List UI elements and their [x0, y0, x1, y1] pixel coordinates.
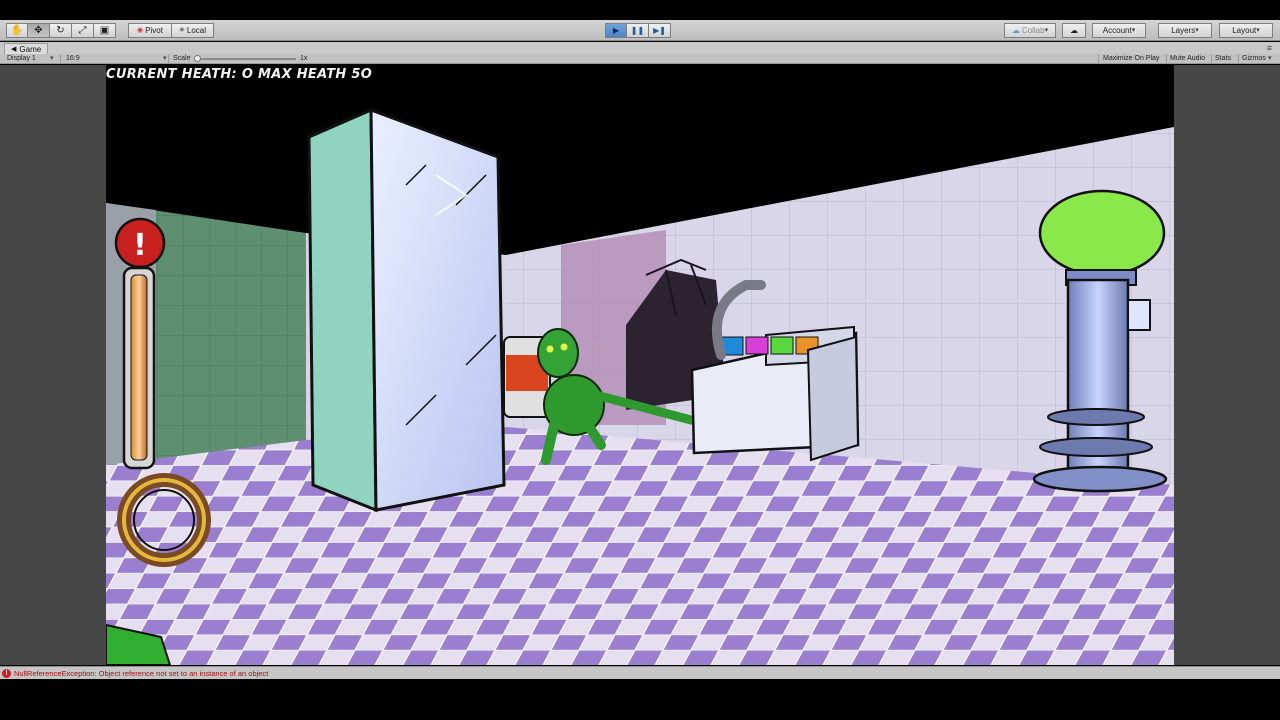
scale-label: Scale: [173, 55, 191, 62]
step-icon: ▶❚: [653, 25, 666, 35]
unity-toolbar: ✋ ✥ ↻ ⤢ ▣ ◉ Pivot ✳ Local ▶ ❚❚ ▶❚ ☁ Coll…: [0, 20, 1280, 41]
divider: [1238, 54, 1239, 64]
transform-tools: ✋ ✥ ↻ ⤢ ▣: [6, 23, 116, 38]
stats-toggle[interactable]: Stats: [1215, 55, 1231, 63]
game-tab[interactable]: ◀ Game: [4, 43, 49, 54]
divider: [1211, 54, 1212, 64]
pivot-toggles: ◉ Pivot ✳ Local: [128, 23, 214, 38]
error-icon: !: [2, 668, 11, 678]
layers-group: Layers: [1158, 23, 1212, 38]
aspect-dropdown-arrow-icon: ▾: [163, 55, 167, 62]
collab-icon: ☁: [1011, 25, 1020, 35]
scale-tool-icon[interactable]: ⤢: [72, 23, 94, 38]
mute-audio-toggle[interactable]: Mute Audio: [1170, 55, 1205, 63]
pause-icon: ❚❚: [630, 25, 645, 35]
top-letterbox: [0, 0, 1280, 20]
cloud-icon: ☁: [1070, 25, 1078, 35]
scale-slider-track[interactable]: [196, 58, 296, 60]
layout-dropdown[interactable]: Layout: [1219, 23, 1273, 38]
display-dropdown-arrow-icon: ▾: [50, 55, 54, 62]
pivot-label: Pivot: [145, 25, 163, 35]
divider: [60, 54, 61, 64]
play-icon: ▶: [612, 25, 620, 35]
console-status-bar[interactable]: ! NullReferenceException: Object referen…: [0, 666, 1280, 679]
hand-tool-icon[interactable]: ✋: [6, 23, 28, 38]
layout-group: Layout: [1219, 23, 1273, 38]
rect-tool-icon[interactable]: ▣: [94, 23, 116, 38]
warning-icon: !: [133, 228, 147, 263]
game-tab-icon: ◀: [11, 46, 17, 53]
account-dropdown[interactable]: Account: [1092, 23, 1146, 38]
collab-dropdown[interactable]: ☁ Collab: [1004, 23, 1056, 38]
cloud-group: ☁: [1062, 23, 1086, 38]
display-dropdown[interactable]: Display 1: [7, 55, 36, 63]
game-view-toolbar: Display 1 ▾ 16:9 ▾ Scale 1x Maximize On …: [0, 54, 1280, 64]
rotate-tool-icon[interactable]: ↻: [50, 23, 72, 38]
gizmos-dropdown-arrow-icon: ▾: [1268, 55, 1272, 62]
editor-tab-bar: ◀ Game ≡: [0, 42, 1280, 54]
gizmos-dropdown[interactable]: Gizmos: [1242, 55, 1266, 63]
pivot-icon: ◉: [137, 27, 144, 34]
cloud-button[interactable]: ☁: [1062, 23, 1086, 38]
scale-slider-handle[interactable]: [194, 55, 201, 62]
local-label: Local: [186, 25, 206, 35]
bottom-letterbox: [0, 679, 1280, 720]
collab-group: ☁ Collab: [1004, 23, 1056, 38]
play-button[interactable]: ▶: [605, 23, 627, 38]
divider: [1098, 54, 1099, 64]
error-message: NullReferenceException: Object reference…: [14, 668, 269, 678]
pivot-button[interactable]: ◉ Pivot: [128, 23, 172, 38]
account-label: Account: [1102, 25, 1132, 35]
layers-dropdown[interactable]: Layers: [1158, 23, 1212, 38]
pause-button[interactable]: ❚❚: [627, 23, 649, 38]
playback-controls: ▶ ❚❚ ▶❚: [605, 23, 671, 38]
aspect-dropdown[interactable]: 16:9: [66, 55, 80, 63]
collab-label: Collab: [1021, 25, 1045, 35]
game-tab-label: Game: [19, 44, 42, 54]
layers-label: Layers: [1171, 25, 1196, 35]
local-button[interactable]: ✳ Local: [172, 23, 214, 38]
game-scene: !: [106, 65, 1174, 665]
account-group: Account: [1092, 23, 1146, 38]
maximize-on-play-toggle[interactable]: Maximize On Play: [1103, 55, 1159, 63]
local-icon: ✳: [179, 27, 185, 34]
divider: [1166, 54, 1167, 64]
scale-value: 1x: [300, 55, 308, 62]
step-button[interactable]: ▶❚: [649, 23, 671, 38]
game-viewport[interactable]: ! CURRENT HEATH: O MAX HEATH 5O: [106, 65, 1174, 665]
health-readout: CURRENT HEATH: O MAX HEATH 5O: [106, 67, 373, 82]
tab-menu-icon[interactable]: ≡: [1267, 43, 1272, 53]
game-view-area: ! CURRENT HEATH: O MAX HEATH 5O: [0, 65, 1280, 665]
layout-label: Layout: [1232, 25, 1257, 35]
divider: [168, 54, 169, 64]
move-tool-icon[interactable]: ✥: [28, 23, 50, 38]
